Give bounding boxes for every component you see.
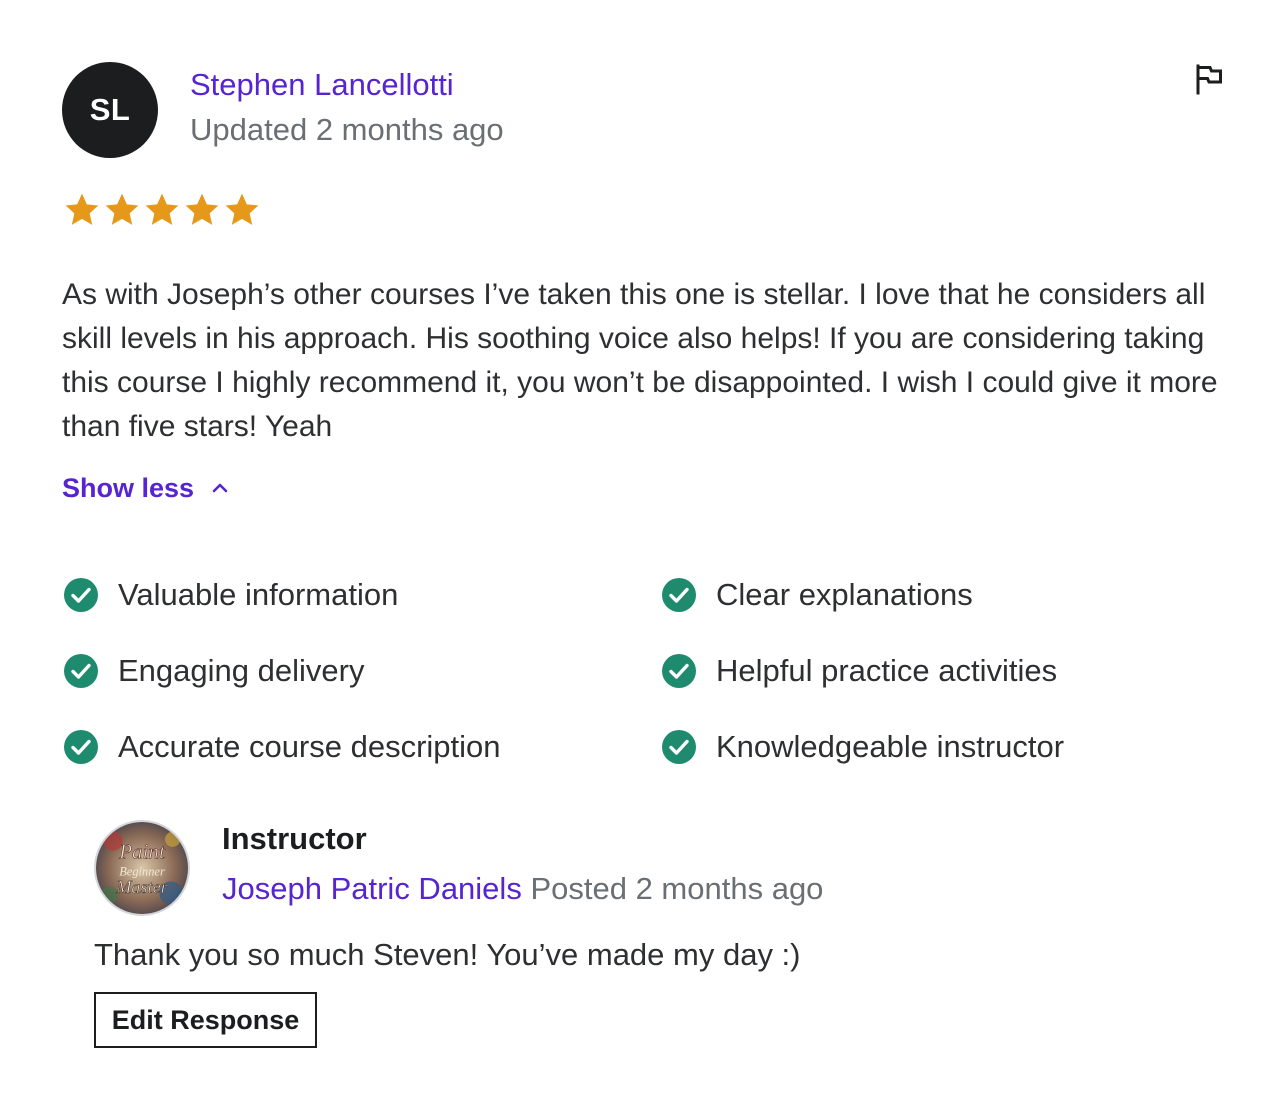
star-icon [65,193,99,225]
review-timestamp: Updated 2 months ago [190,112,504,147]
svg-text:Master: Master [115,877,168,897]
feedback-item: Clear explanations [660,576,973,614]
instructor-meta: Joseph Patric Daniels Posted 2 months ag… [222,870,823,908]
show-less-toggle[interactable]: Show less [62,471,232,505]
feedback-label: Valuable information [118,577,399,612]
feedback-item: Accurate course description [62,728,501,766]
check-circle-icon [662,654,696,688]
check-circle-icon [64,578,98,612]
feedback-item: Knowledgeable instructor [660,728,1064,766]
check-circle-icon [662,578,696,612]
star-icon [225,193,259,225]
instructor-avatar-image: Paint Beginner Master [96,822,188,914]
review-card: SL Stephen Lancellotti Updated 2 months … [0,0,1286,1110]
star-icon [185,193,219,225]
chevron-up-icon [212,483,228,493]
feedback-label: Knowledgeable instructor [716,729,1065,764]
show-less-label: Show less [62,473,195,503]
edit-response-button[interactable]: Edit Response [94,992,317,1048]
instructor-name[interactable]: Joseph Patric Daniels [222,871,522,906]
star-rating [62,190,262,230]
star-icon [145,193,179,225]
check-circle-icon [64,730,98,764]
reviewer-name[interactable]: Stephen Lancellotti [190,66,454,104]
feedback-item: Helpful practice activities [660,652,1057,690]
check-circle-icon [662,730,696,764]
feedback-item: Engaging delivery [62,652,364,690]
star-icon [105,193,139,225]
feedback-label: Clear explanations [716,577,973,612]
response-text: Thank you so much Steven! You’ve made my… [94,937,801,972]
instructor-avatar: Paint Beginner Master [94,820,190,916]
feedback-item: Valuable information [62,576,398,614]
feedback-label: Accurate course description [118,729,501,764]
flag-icon[interactable] [1194,63,1224,95]
reviewer-avatar: SL [62,62,158,158]
response-timestamp: Posted 2 months ago [530,871,824,906]
check-circle-icon [64,654,98,688]
review-text: As with Joseph’s other courses I’ve take… [62,278,1218,443]
svg-text:Paint: Paint [118,839,166,863]
feedback-label: Helpful practice activities [716,653,1058,688]
feedback-label: Engaging delivery [118,653,365,688]
avatar-initials: SL [89,92,131,127]
instructor-label: Instructor [222,821,367,856]
